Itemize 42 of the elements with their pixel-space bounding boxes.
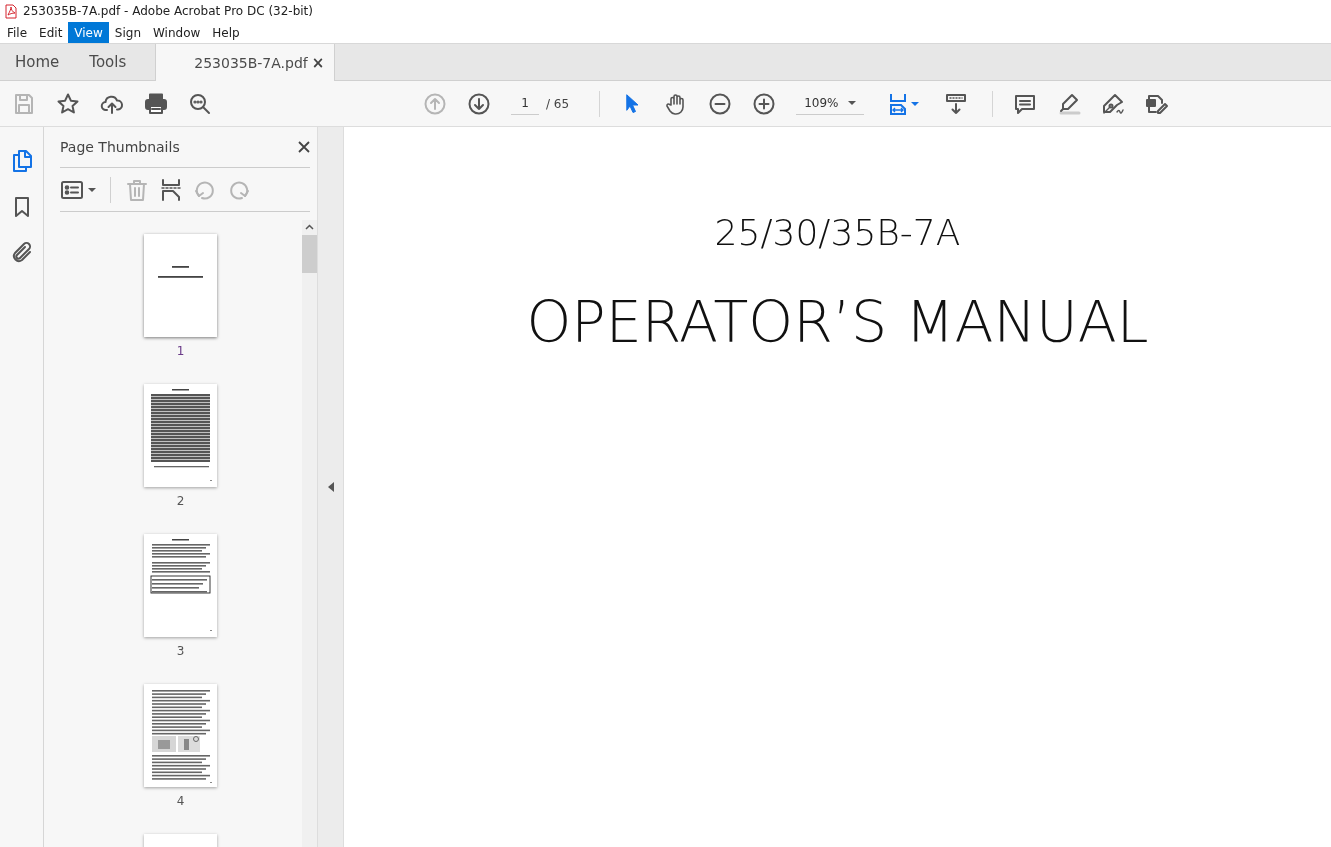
scrollbar[interactable] [302, 220, 317, 847]
zoom-dropdown[interactable]: 109% [796, 92, 865, 115]
pen-nib-icon[interactable] [1101, 91, 1126, 116]
nav-tab[interactable]: Tools [74, 44, 142, 80]
page-number: 3 [176, 644, 185, 658]
close-icon[interactable] [298, 141, 310, 153]
nav-tab[interactable]: Home [0, 44, 75, 80]
scroll-thumb[interactable] [302, 235, 317, 273]
page-thumbnail[interactable] [144, 684, 217, 787]
page-thumbnail[interactable] [144, 384, 217, 487]
print-icon[interactable] [144, 91, 168, 116]
document-heading: 25/30/35B-7A [714, 212, 961, 253]
highlighter-icon[interactable] [1057, 91, 1082, 116]
star-icon[interactable] [56, 91, 80, 116]
arrow-down-icon[interactable] [467, 91, 491, 116]
page-thumbnail[interactable] [144, 234, 217, 337]
menu-item[interactable]: File [1, 22, 34, 43]
caret-icon[interactable] [88, 187, 96, 192]
window-title: 253035B-7A.pdf - Adobe Acrobat Pro DC (32-bit) [23, 4, 313, 18]
page-thumbnail[interactable] [144, 534, 217, 637]
document-tab[interactable]: 253035B-7A.pdf × [155, 44, 336, 81]
close-tab-button[interactable]: × [311, 53, 325, 72]
zoom-out-icon[interactable] [708, 91, 733, 116]
tab-title[interactable]: 253035B-7A.pdf [194, 54, 308, 71]
menu-item[interactable]: Sign [108, 22, 147, 43]
page-number: 2 [176, 494, 185, 508]
page-number-field[interactable]: 1 [511, 92, 539, 115]
menu-item[interactable]: Help [206, 22, 246, 43]
document-title: OPERATOR’S MANUAL [526, 289, 1149, 355]
pdf-file-icon [5, 3, 17, 19]
extract-page-icon[interactable] [159, 177, 183, 202]
page-count: / 65 [546, 96, 570, 111]
search-icon[interactable] [188, 91, 212, 116]
menu-item[interactable]: Edit [33, 22, 69, 43]
page-number: 1 [176, 344, 185, 358]
menu-item[interactable]: View [68, 22, 109, 43]
page-number: 4 [176, 794, 185, 808]
menu-item[interactable]: Window [147, 22, 207, 43]
panel-title: Page Thumbnails [60, 139, 180, 155]
zoom-in-icon[interactable] [752, 91, 777, 116]
collapse-arrow-icon[interactable] [327, 482, 334, 492]
scroll-mode-icon[interactable] [943, 91, 968, 116]
